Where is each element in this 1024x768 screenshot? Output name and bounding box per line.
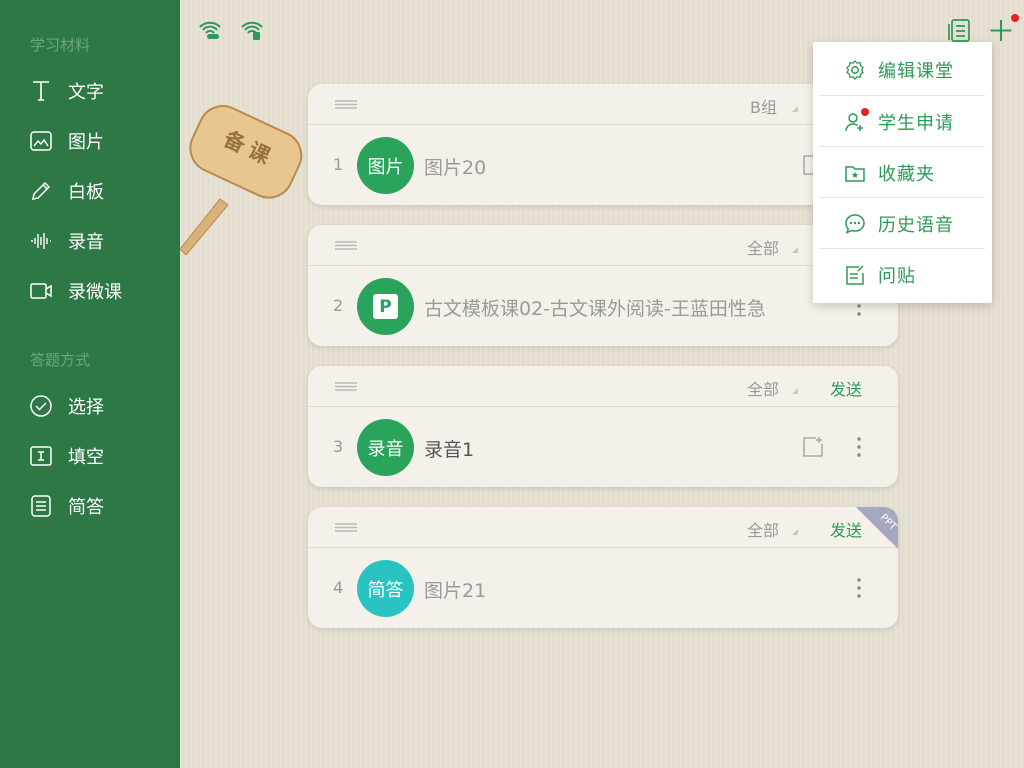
fill-blank-icon (28, 443, 54, 469)
pen-icon (28, 178, 54, 204)
sidebar-item-microlesson[interactable]: 录微课 (28, 273, 168, 309)
add-user-icon (844, 107, 869, 133)
wifi-cloud-icon (199, 21, 221, 39)
menu-item-label: 学生申请 (878, 112, 954, 134)
ppt-icon: P (373, 294, 398, 319)
check-circle-icon (28, 393, 54, 419)
edit-note-icon (844, 264, 866, 286)
item-title: 图片20 (424, 157, 487, 179)
menu-item-label: 收藏夹 (878, 163, 935, 185)
sidebar-section-answers: 答题方式 (30, 351, 91, 369)
sidebar-item-label: 填空 (68, 447, 104, 468)
ppt-file-badge: P (357, 278, 414, 335)
card-header: B组 (308, 84, 898, 125)
chevron-down-icon (792, 106, 798, 112)
group-selector[interactable]: 全部 (747, 376, 779, 400)
sidebar-item-label: 选择 (68, 397, 104, 418)
sidebar-item-label: 简答 (68, 497, 104, 518)
document-icon (28, 493, 54, 519)
sidebar-item-label: 白板 (68, 182, 104, 203)
menu-item-label: 历史语音 (878, 214, 954, 236)
card-header: 全部 发送 (308, 366, 898, 407)
sidebar-item-label: 图片 (68, 132, 104, 153)
sidebar-item-whiteboard[interactable]: 白板 (28, 173, 168, 209)
type-badge: 图片 (357, 137, 414, 194)
menu-item-favorites[interactable]: 收藏夹 (820, 147, 985, 198)
group-selector[interactable]: B组 (750, 94, 777, 118)
item-index: 4 (333, 578, 344, 597)
more-menu-popup: 编辑课堂 学生申请 收藏夹 历史语音 问贴 (813, 42, 992, 303)
video-camera-icon (28, 278, 54, 304)
chevron-down-icon (792, 388, 798, 394)
item-index: 3 (333, 437, 344, 456)
course-list-icon[interactable] (947, 17, 973, 43)
item-title: 录音1 (424, 439, 475, 461)
sidebar-item-fill-blank[interactable]: 填空 (28, 438, 168, 474)
card-header: 全部 (308, 225, 898, 266)
item-index: 2 (333, 296, 344, 315)
menu-item-label: 问贴 (878, 265, 916, 287)
more-options-icon[interactable] (853, 577, 865, 599)
sidebar-item-label: 录音 (68, 232, 104, 253)
notification-dot (1011, 14, 1019, 22)
lesson-card[interactable]: 全部 发送 PPT 4 简答 图片21 (308, 507, 898, 628)
waveform-icon (28, 228, 54, 254)
sidebar: 学习材料 文字 图片 白板 录音 录微课 答题方式 选择 填空 简答 (0, 0, 180, 768)
sidebar-item-short-answer[interactable]: 简答 (28, 488, 168, 524)
ppt-tag-label: PPT (877, 512, 898, 533)
item-title: 图片21 (424, 580, 487, 602)
sidebar-item-image[interactable]: 图片 (28, 123, 168, 159)
item-title: 古文模板课02-古文课外阅读-王蓝田性急 (424, 298, 766, 320)
send-button[interactable]: 发送 (830, 376, 862, 400)
gear-icon (844, 59, 866, 81)
drag-handle-icon[interactable] (335, 382, 357, 391)
drag-handle-icon[interactable] (335, 523, 357, 532)
sidebar-item-choice[interactable]: 选择 (28, 388, 168, 424)
add-to-icon[interactable] (802, 436, 824, 458)
menu-item-question-post[interactable]: 问贴 (820, 249, 985, 300)
menu-item-label: 编辑课堂 (878, 60, 954, 82)
chevron-down-icon (792, 529, 798, 535)
image-icon (28, 128, 54, 154)
menu-item-edit-class[interactable]: 编辑课堂 (820, 44, 985, 95)
folder-icon (844, 162, 866, 184)
text-icon (28, 78, 54, 104)
lesson-card[interactable]: B组 1 图片 图片20 (308, 84, 898, 205)
sidebar-item-audio[interactable]: 录音 (28, 223, 168, 259)
notification-dot (861, 107, 869, 116)
type-badge: 简答 (357, 560, 414, 617)
wifi-device-icon (241, 21, 263, 40)
plus-icon[interactable] (988, 17, 1014, 43)
menu-item-student-requests[interactable]: 学生申请 (820, 96, 985, 147)
sidebar-item-label: 文字 (68, 82, 104, 103)
group-selector[interactable]: 全部 (747, 235, 779, 259)
card-header: 全部 发送 PPT (308, 507, 898, 549)
drag-handle-icon[interactable] (335, 241, 357, 250)
prep-lesson-sign: 备课 (179, 95, 310, 256)
item-index: 1 (333, 155, 344, 174)
lesson-card[interactable]: 全部 发送 3 录音 录音1 (308, 366, 898, 487)
sidebar-section-materials: 学习材料 (30, 36, 91, 54)
more-options-icon[interactable] (853, 436, 865, 458)
chevron-down-icon (792, 247, 798, 253)
type-badge: 录音 (357, 419, 414, 476)
sidebar-item-text[interactable]: 文字 (28, 73, 168, 109)
chat-bubble-icon (844, 213, 866, 235)
group-selector[interactable]: 全部 (747, 517, 779, 541)
menu-item-voice-history[interactable]: 历史语音 (820, 198, 985, 249)
drag-handle-icon[interactable] (335, 100, 357, 109)
sidebar-item-label: 录微课 (68, 282, 122, 303)
lesson-card[interactable]: 全部 2 P 古文模板课02-古文课外阅读-王蓝田性急 (308, 225, 898, 346)
ppt-corner-tag: PPT (856, 507, 898, 549)
